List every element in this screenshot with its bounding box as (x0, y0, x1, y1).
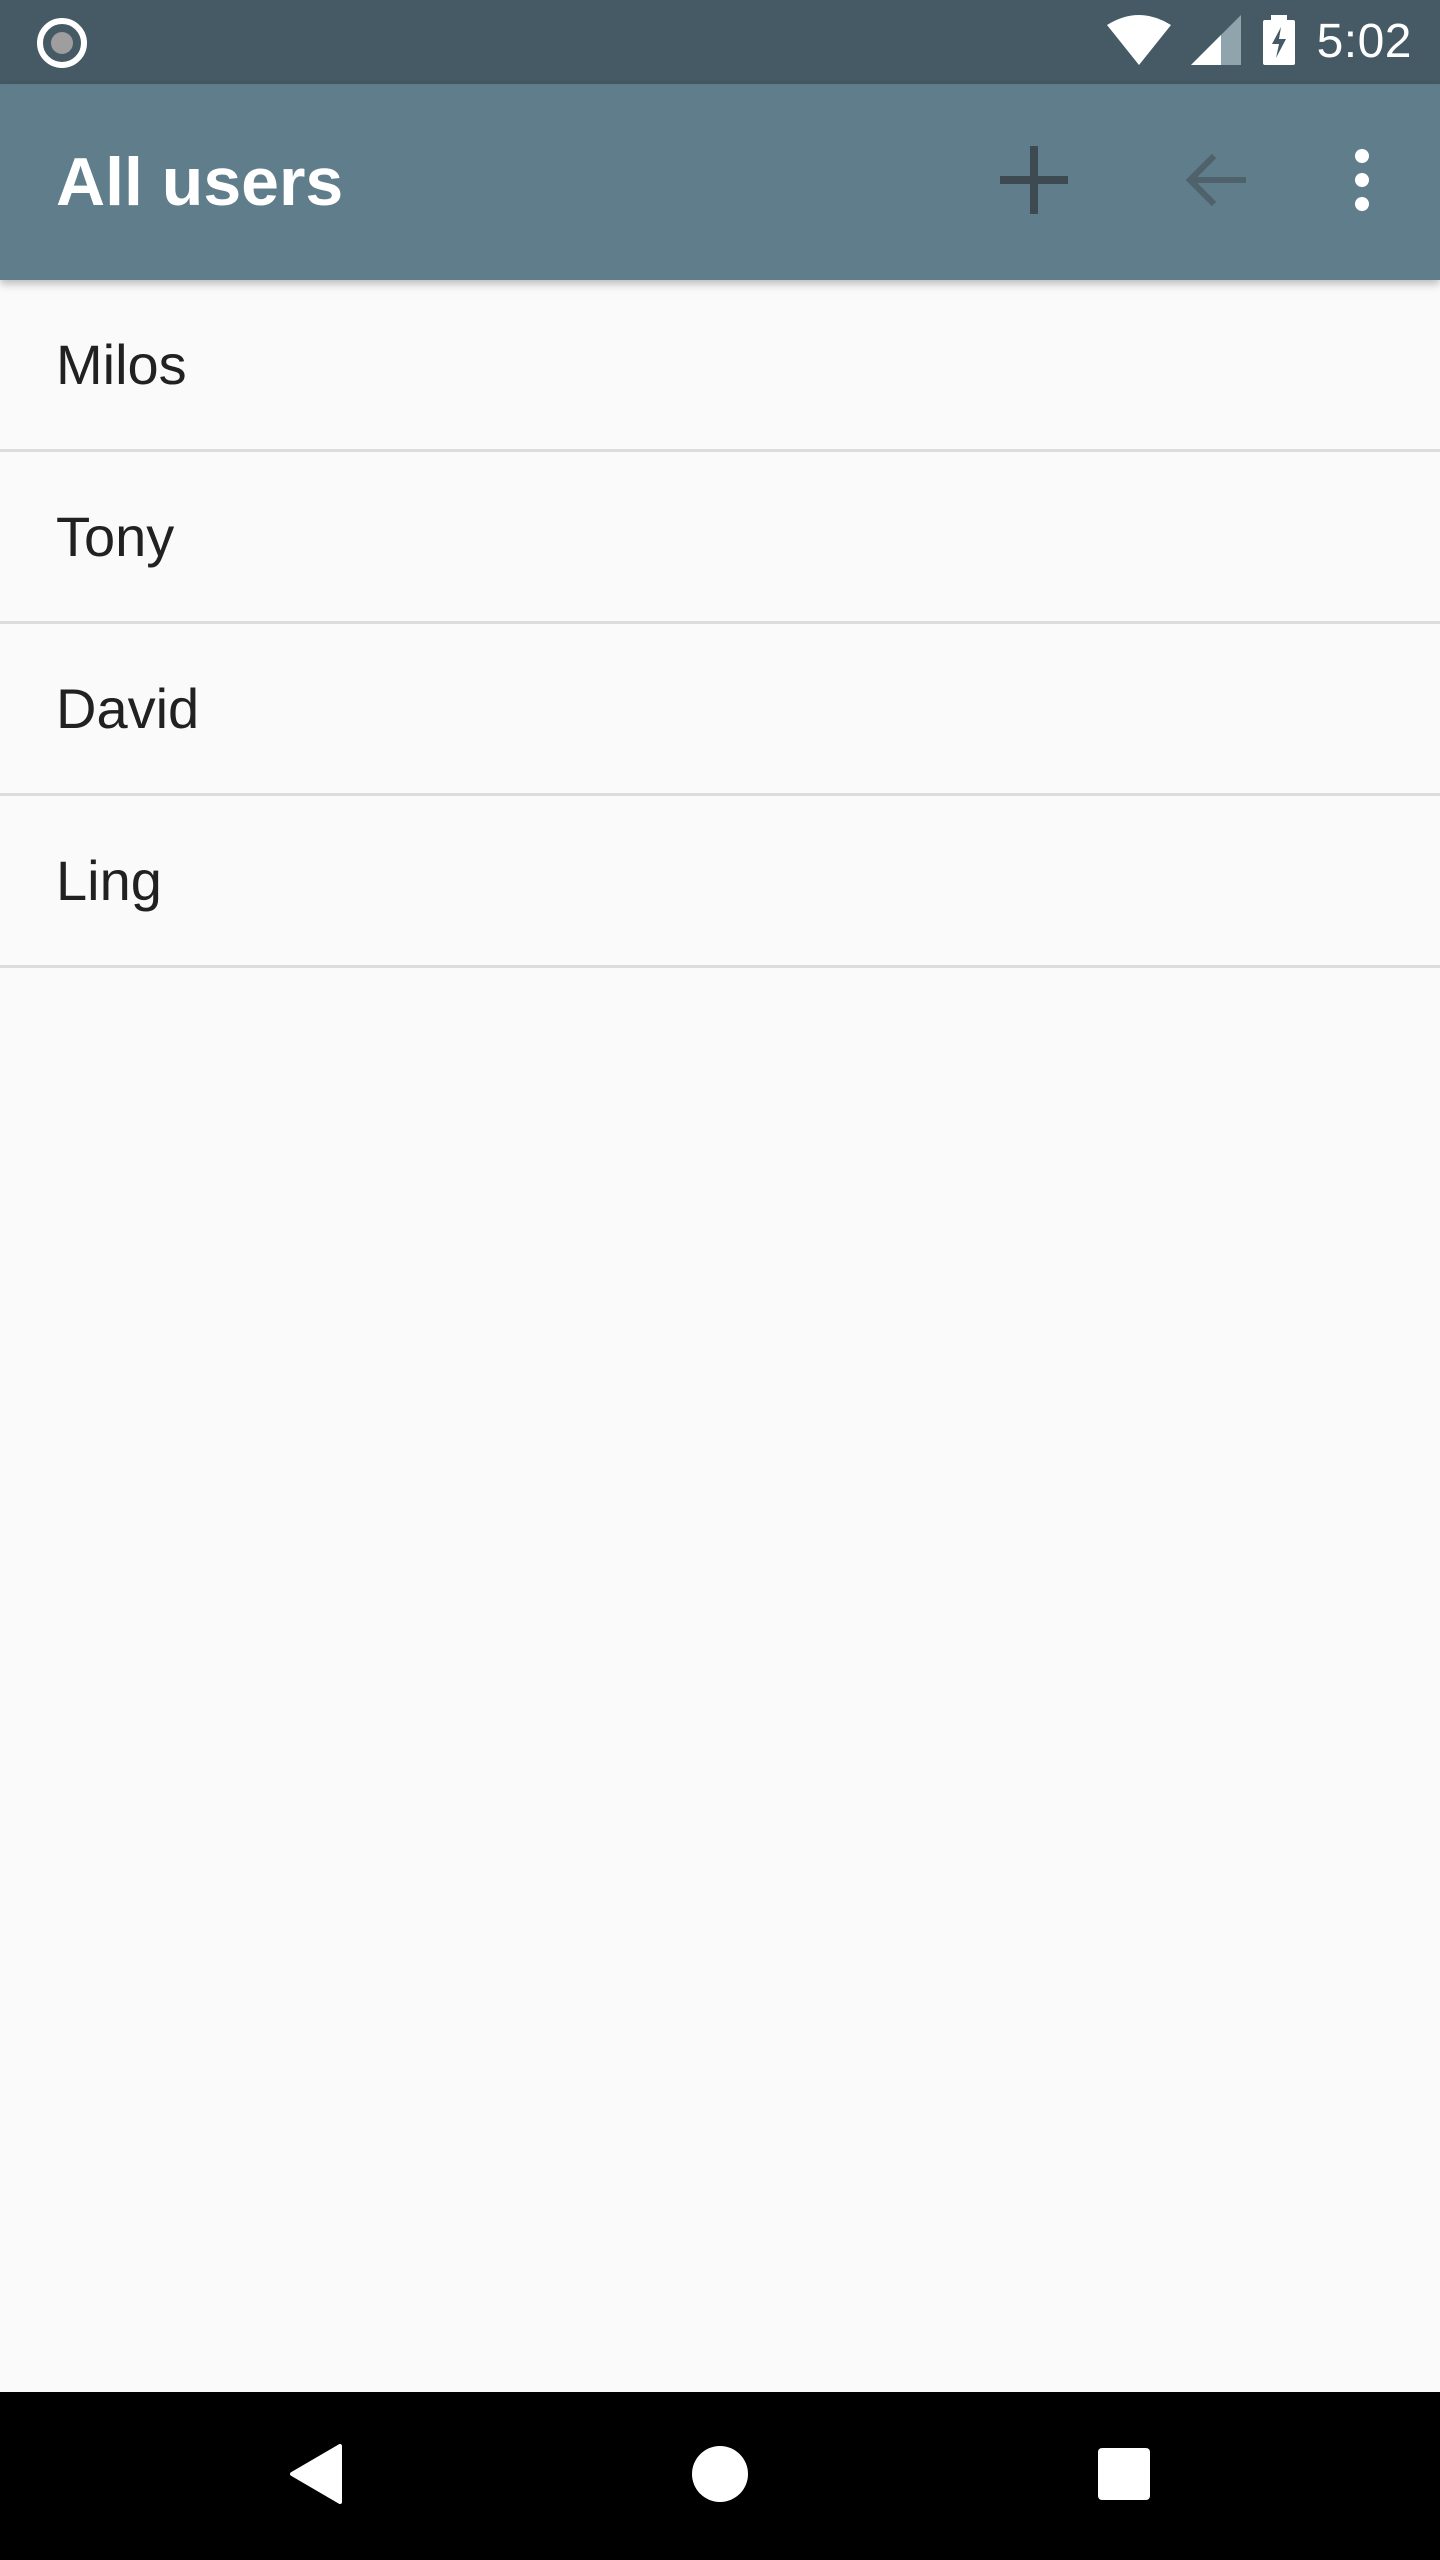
nav-home-button[interactable] (670, 2426, 770, 2526)
list-item[interactable]: Milos (0, 280, 1440, 452)
user-name: David (56, 677, 200, 740)
wifi-icon (1106, 14, 1171, 70)
nav-recents-button[interactable] (1074, 2426, 1174, 2526)
more-vert-icon (1352, 148, 1372, 217)
user-name: Tony (56, 505, 175, 568)
back-triangle-icon (288, 2443, 344, 2509)
back-button[interactable] (1164, 130, 1268, 234)
page-title: All users (56, 144, 344, 220)
list-item[interactable]: Tony (0, 452, 1440, 624)
status-icons: 5:02 (1106, 0, 1412, 84)
recents-square-icon (1097, 2447, 1151, 2506)
battery-charging-icon (1261, 14, 1297, 70)
home-circle-icon (690, 2444, 750, 2509)
status-time: 5:02 (1316, 15, 1412, 68)
app-bar: All users (0, 84, 1440, 280)
cell-signal-icon (1190, 14, 1241, 70)
status-bar: 5:02 (0, 0, 1440, 84)
add-user-button[interactable] (982, 130, 1086, 234)
user-list: Milos Tony David Ling (0, 280, 1440, 968)
nav-back-button[interactable] (266, 2426, 366, 2526)
navigation-bar (0, 2392, 1440, 2560)
add-icon (998, 144, 1070, 221)
user-name: Ling (56, 849, 162, 912)
list-item[interactable]: Ling (0, 796, 1440, 968)
radio-indicator-icon (36, 17, 88, 69)
user-name: Milos (56, 333, 187, 396)
list-item[interactable]: David (0, 624, 1440, 796)
arrow-back-icon (1184, 152, 1248, 213)
overflow-menu-button[interactable] (1310, 130, 1414, 234)
